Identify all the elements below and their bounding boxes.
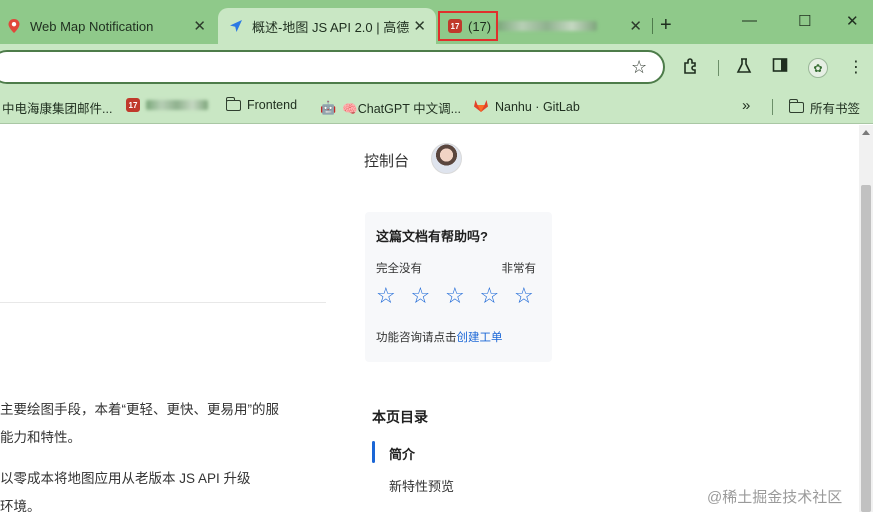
toc-title: 本页目录 (372, 409, 428, 425)
tab-close-icon[interactable]: ✕ (413, 17, 426, 35)
toc-item-new-features[interactable]: 新特性预览 (389, 476, 454, 495)
folder-icon (788, 99, 804, 113)
close-window-button[interactable]: ✕ (846, 12, 859, 30)
redacted-text (146, 100, 208, 110)
tab-close-icon[interactable]: ✕ (193, 17, 206, 35)
user-avatar[interactable] (431, 143, 462, 174)
bookmark-label: 中电海康集团邮件... (2, 102, 113, 116)
amap-arrow-icon (228, 18, 244, 34)
bookmark-label: 🧠ChatGPT 中文调... (342, 102, 462, 116)
bookmark-label: Frontend (247, 98, 298, 112)
create-ticket-link[interactable]: 创建工单 (457, 332, 503, 344)
console-link[interactable]: 控制台 (364, 150, 409, 171)
scrollbar-thumb[interactable] (861, 185, 871, 512)
minimize-button[interactable]: — (742, 12, 757, 29)
more-menu-icon[interactable]: ⋮ (848, 57, 864, 77)
tab-label: 概述-地图 JS API 2.0 | 高德 (252, 19, 410, 35)
toc-active-indicator (372, 441, 375, 463)
bookmark-star-icon[interactable]: ☆ (631, 57, 647, 78)
intro-paragraph-line: 主要绘图手段，本着“更轻、更快、更易用”的服 (0, 402, 279, 417)
rating-low-label: 完全没有 (376, 263, 422, 275)
consult-text: 功能咨询请点击创建工单 (376, 329, 503, 345)
profile-avatar[interactable]: ✿ (808, 58, 828, 78)
gitlab-fox-icon (473, 98, 489, 116)
toolbar-separator (718, 60, 719, 76)
bookmark-cetc-mail[interactable]: 中电海康集团邮件... (2, 98, 112, 117)
toc-item-intro[interactable]: 简介 (389, 444, 415, 463)
section-divider (0, 302, 326, 303)
new-tab-button[interactable]: + (660, 14, 672, 37)
bookmarks-separator (772, 99, 773, 115)
address-bar[interactable] (0, 50, 665, 84)
tab-web-map-notification[interactable]: Web Map Notification ✕ (0, 8, 216, 44)
bookmark-label: 所有书签 (810, 102, 861, 116)
folder-icon (225, 96, 241, 111)
tab-close-icon[interactable]: ✕ (629, 17, 642, 35)
watermark: @稀土掘金技术社区 (707, 489, 843, 506)
rating-star-3-icon[interactable]: ☆ (445, 284, 480, 308)
bookmark-all-folder[interactable]: 所有书签 (788, 98, 861, 117)
bookmarks-overflow-button[interactable]: » (742, 97, 750, 114)
badge-17-icon: 17 (126, 98, 140, 112)
feedback-card: 这篇文档有帮助吗? 完全没有 非常有 ☆ ☆ ☆ ☆ ☆ 功能咨询请点击创建工单 (365, 212, 552, 362)
rating-star-4-icon[interactable]: ☆ (480, 284, 515, 308)
map-pin-icon (6, 18, 22, 34)
bookmark-redacted[interactable]: 17 (126, 98, 208, 112)
rating-star-5-icon[interactable]: ☆ (514, 284, 549, 308)
tab-separator (652, 18, 653, 34)
rating-high-label: 非常有 (501, 263, 537, 275)
maximize-button[interactable]: ☐ (798, 12, 811, 30)
tab-label: Web Map Notification (30, 18, 154, 34)
bot-icon: 🤖 (320, 99, 337, 115)
bookmark-frontend-folder[interactable]: Frontend (225, 96, 298, 112)
feedback-title: 这篇文档有帮助吗? (376, 229, 488, 244)
annotation-highlight-box (438, 11, 498, 41)
redacted-text (497, 21, 598, 31)
bookmark-label: Nanhu · GitLab (495, 100, 580, 114)
bookmark-chatgpt[interactable]: 🤖 🧠ChatGPT 中文调... (320, 98, 461, 117)
bookmark-gitlab[interactable]: Nanhu · GitLab (473, 98, 580, 116)
rating-star-1-icon[interactable]: ☆ (376, 284, 411, 308)
rating-stars: ☆ ☆ ☆ ☆ ☆ (376, 284, 549, 308)
intro-paragraph-line: 能力和特性。 (0, 430, 81, 445)
scroll-up-arrow-icon[interactable] (862, 130, 870, 135)
labs-flask-icon[interactable] (736, 57, 752, 80)
extensions-puzzle-icon[interactable] (682, 57, 700, 80)
tab-amap-api-overview[interactable]: 概述-地图 JS API 2.0 | 高德 ✕ (218, 8, 436, 44)
intro-paragraph-line: 以零成本将地图应用从老版本 JS API 升级 (0, 471, 251, 486)
consult-prefix: 功能咨询请点击 (376, 332, 457, 344)
rating-star-2-icon[interactable]: ☆ (411, 284, 446, 308)
intro-paragraph-line: 环境。 (0, 499, 41, 512)
side-panel-icon[interactable] (772, 57, 788, 78)
